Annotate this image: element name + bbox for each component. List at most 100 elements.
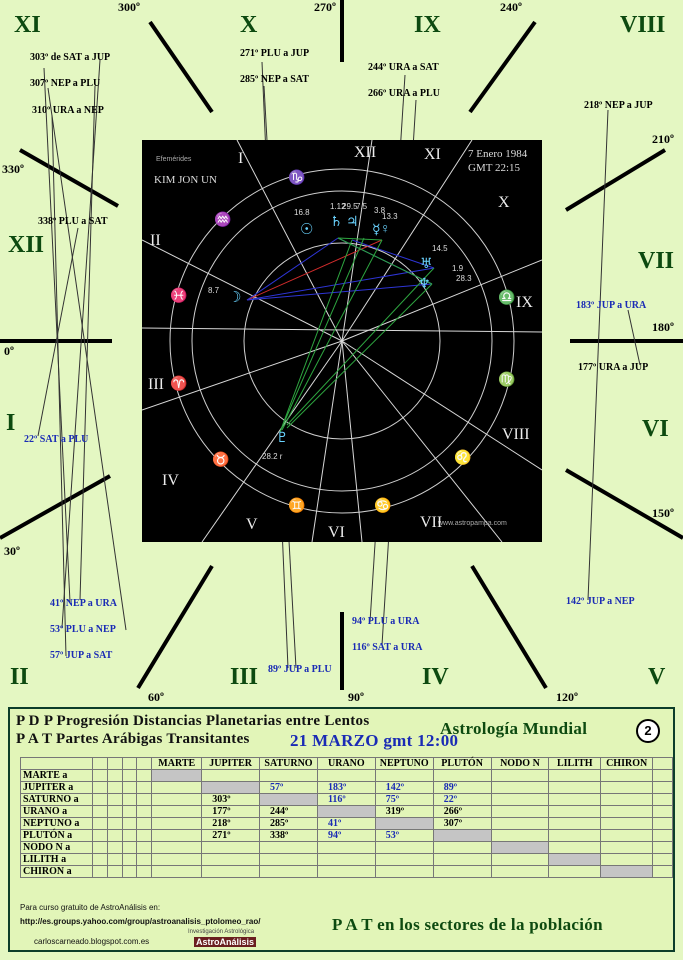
aspect-pointer <box>587 109 609 601</box>
house-label-iii: III <box>230 664 259 690</box>
house-label-iv: IV <box>422 664 449 690</box>
chart-degree: 14.5 <box>432 244 448 253</box>
logo-tagline: Investigación Astrológica <box>188 929 255 935</box>
chart-house-xii: XII <box>354 144 377 161</box>
column-header: CHIRON <box>600 757 654 770</box>
footer-group-link[interactable]: http://es.groups.yahoo.com/group/astroan… <box>20 917 260 926</box>
aspect-label: 183º JUP a URA <box>576 300 647 311</box>
degree-150: 150º <box>652 506 674 520</box>
degree-210: 210º <box>652 132 674 146</box>
table-cell <box>432 769 492 782</box>
table-cell <box>490 841 550 854</box>
table-cell <box>600 829 654 842</box>
house-label-xi: XI <box>14 12 41 38</box>
table-cell <box>432 865 492 878</box>
table-row: SATURNO a 303º 116º 75º 22º <box>20 793 673 806</box>
aspect-label: 310º URA a NEP <box>32 105 104 116</box>
table-cell <box>490 865 550 878</box>
degree-300: 300º <box>118 0 140 14</box>
table-cell <box>316 853 376 866</box>
column-header: MARTE <box>151 757 203 770</box>
aspect-pointer <box>37 227 79 437</box>
table-cell: 89º <box>432 781 492 794</box>
aspect-label: 244º URA a SAT <box>368 62 439 73</box>
table-cell <box>201 781 261 794</box>
libra-icon: ♎ <box>498 291 516 306</box>
table-cell <box>374 853 434 866</box>
house-label-vi: VI <box>642 416 669 442</box>
table-cell <box>201 865 261 878</box>
table-cell <box>316 769 376 782</box>
pluto-icon: ♇ <box>276 431 289 446</box>
table-cell: 177º <box>201 805 261 818</box>
table-cell <box>374 865 434 878</box>
table-cell <box>600 865 654 878</box>
row-label: NEPTUNO a <box>20 817 93 830</box>
chart-degree: 7.5 <box>356 202 368 211</box>
aspect-label: 89º JUP a PLU <box>268 664 332 675</box>
house-label-x: X <box>240 12 258 38</box>
cusp-line <box>564 148 667 212</box>
chart-site: www.astropampa.com <box>438 520 507 527</box>
table-cell <box>548 817 602 830</box>
table-cell <box>490 769 550 782</box>
chart-house-iv: IV <box>162 472 179 489</box>
table-cell <box>151 769 203 782</box>
table-cell <box>548 781 602 794</box>
chart-degree: 28.3 <box>456 274 472 283</box>
chart-house-xi: XI <box>424 146 441 163</box>
table-cell <box>201 841 261 854</box>
table-cell: 116º <box>316 793 376 806</box>
table-cell <box>259 793 318 806</box>
table-cell <box>316 805 376 818</box>
table-cell <box>151 841 203 854</box>
degree-180: 180º <box>652 320 674 334</box>
aspect-label: 94º PLU a URA <box>352 616 420 627</box>
table-row: MARTE a <box>20 769 673 782</box>
chart-house-i: I <box>238 150 244 167</box>
table-cell <box>600 781 654 794</box>
moon-icon: ☽ <box>228 290 242 306</box>
table-cell <box>548 865 602 878</box>
table-cell: 218º <box>201 817 261 830</box>
table-cell <box>259 853 318 866</box>
cusp-line <box>148 20 214 114</box>
astroanalisis-logo: AstroAnálisis <box>194 937 257 947</box>
column-header: LILITH <box>548 757 602 770</box>
aspect-label: 266º URA a PLU <box>368 88 440 99</box>
house-label-v: V <box>648 664 666 690</box>
table-cell <box>151 817 203 830</box>
table-cell <box>490 829 550 842</box>
table-cell <box>490 853 550 866</box>
table-row: JUPITER a 57º 183º 142º 89º <box>20 781 673 794</box>
panel-date: 21 MARZO gmt 12:00 <box>290 731 459 750</box>
table-cell: 94º <box>316 829 376 842</box>
table-cell <box>374 769 434 782</box>
table-cell <box>600 817 654 830</box>
cancer-icon: ♋ <box>374 499 392 514</box>
leo-icon: ♌ <box>454 451 472 466</box>
aspect-label: 271º PLU a JUP <box>240 48 310 59</box>
table-cell <box>259 841 318 854</box>
table-cell: 53º <box>374 829 434 842</box>
chart-degree: 16.8 <box>294 208 310 217</box>
footer-population-title: P A T en los sectores de la población <box>332 915 603 934</box>
table-cell: 285º <box>259 817 318 830</box>
aspect-label: 57º JUP a SAT <box>50 650 113 661</box>
row-label: SATURNO a <box>20 793 93 806</box>
table-cell <box>600 853 654 866</box>
chart-degree: 28.2 r <box>262 452 283 461</box>
aspect-label: 116º SAT a URA <box>352 642 423 653</box>
table-cell <box>490 793 550 806</box>
table-cell: 142º <box>374 781 434 794</box>
column-header: URANO <box>316 757 376 770</box>
table-cell <box>374 841 434 854</box>
table-cell <box>490 817 550 830</box>
footer-blog-link[interactable]: carloscarneado.blogspot.com.es <box>34 937 149 946</box>
chart-house-viii: VIII <box>502 426 530 443</box>
table-row: PLUTÓN a 271º 338º 94º 53º <box>20 829 673 842</box>
table-cell: 266º <box>432 805 492 818</box>
virgo-icon: ♍ <box>498 373 516 388</box>
table-cell <box>490 781 550 794</box>
table-cell: 75º <box>374 793 434 806</box>
